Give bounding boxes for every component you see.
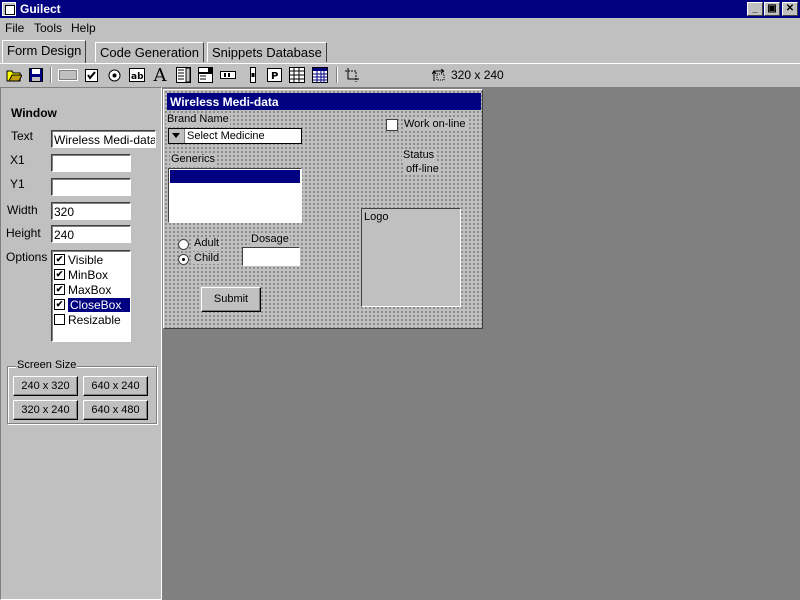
listbox-icon[interactable] [175, 67, 191, 83]
brand-name-value: Select Medicine [187, 130, 265, 142]
options-label: Options [6, 250, 48, 264]
tab-strip: Form Design Code Generation Snippets Dat… [0, 40, 800, 64]
work-online-checkbox[interactable] [386, 119, 398, 131]
svg-text:P: P [271, 71, 278, 82]
generics-selected-row[interactable] [170, 170, 300, 183]
label-icon[interactable]: A [151, 65, 169, 86]
child-radio[interactable] [178, 254, 189, 265]
screen-size-title: Screen Size [16, 359, 78, 371]
work-online-label[interactable]: Work on-line [403, 118, 467, 130]
option-minbox[interactable]: ✔ MinBox [54, 267, 108, 282]
text-label: Text [11, 129, 34, 143]
logo-label: Logo [364, 211, 389, 223]
toolbar-separator [50, 67, 52, 83]
generics-label[interactable]: Generics [170, 153, 217, 165]
option-label: Visible [68, 252, 104, 267]
dosage-input[interactable] [242, 247, 300, 266]
properties-panel: Window Text Wireless Medi-data X1 Y1 Wid… [0, 87, 162, 600]
form-size-readout: 320 x 240 [451, 68, 504, 82]
combobox-icon[interactable] [197, 67, 213, 83]
tab-code-generation[interactable]: Code Generation [95, 42, 205, 62]
calendar-icon[interactable] [312, 67, 328, 83]
tab-form-design[interactable]: Form Design [2, 40, 87, 63]
size-240x320-button[interactable]: 240 x 320 [13, 376, 78, 396]
panel-icon[interactable]: P [266, 67, 282, 83]
option-label: Resizable [68, 312, 121, 327]
checkbox-unchecked-icon[interactable] [54, 314, 65, 325]
size-640x240-button[interactable]: 640 x 240 [83, 376, 148, 396]
options-list[interactable]: ✔ Visible ✔ MinBox ✔ MaxBox ✔ CloseBox R… [51, 250, 131, 342]
save-icon[interactable] [28, 67, 44, 83]
checkbox-checked-icon[interactable]: ✔ [54, 254, 65, 265]
brand-name-combobox[interactable]: Select Medicine [168, 128, 302, 144]
window-title: Guilect [20, 2, 61, 16]
title-bar: Guilect _ ▣ ✕ [0, 0, 800, 18]
grid-icon[interactable] [289, 67, 305, 83]
radio-icon[interactable] [106, 67, 122, 83]
minimize-button[interactable]: _ [747, 2, 763, 16]
checkbox-checked-icon[interactable]: ✔ [54, 269, 65, 280]
y1-field[interactable] [51, 178, 131, 196]
checkbox-icon[interactable] [83, 67, 99, 83]
y1-label: Y1 [10, 177, 25, 191]
app-icon[interactable] [2, 2, 16, 16]
option-label: MaxBox [68, 282, 112, 297]
submit-button[interactable]: Submit [201, 287, 261, 312]
brand-name-label[interactable]: Brand Name [166, 113, 230, 125]
size-320x240-button[interactable]: 320 x 240 [13, 400, 78, 420]
dropdown-arrow-icon[interactable] [169, 129, 185, 143]
svg-text:ab: ab [131, 72, 144, 82]
dosage-label[interactable]: Dosage [250, 233, 290, 245]
height-label: Height [6, 226, 41, 240]
width-field[interactable]: 320 [51, 202, 131, 220]
open-icon[interactable] [6, 67, 22, 83]
logo-box[interactable]: Logo [361, 208, 461, 307]
vscroll-icon[interactable] [245, 67, 261, 83]
x1-label: X1 [10, 153, 25, 167]
hscroll-icon[interactable] [220, 67, 236, 83]
menu-help[interactable]: Help [71, 21, 96, 35]
option-maxbox[interactable]: ✔ MaxBox [54, 282, 111, 297]
checkbox-checked-icon[interactable]: ✔ [54, 284, 65, 295]
toolbar: ab A P 320 x 240 [0, 64, 800, 86]
restore-button[interactable]: ▣ [764, 2, 780, 16]
toolbar-separator [336, 67, 338, 83]
option-label: MinBox [68, 267, 109, 282]
designed-form[interactable]: Wireless Medi-data Brand Name Select Med… [163, 89, 483, 329]
width-label: Width [7, 203, 38, 217]
properties-heading: Window [11, 106, 57, 120]
checkbox-checked-icon[interactable]: ✔ [54, 299, 65, 310]
menu-tools[interactable]: Tools [34, 21, 62, 35]
adult-label[interactable]: Adult [193, 237, 221, 249]
option-visible[interactable]: ✔ Visible [54, 252, 103, 267]
textbox-icon[interactable]: ab [129, 67, 145, 83]
menu-file[interactable]: File [5, 21, 24, 35]
height-field[interactable]: 240 [51, 225, 131, 243]
close-button[interactable]: ✕ [782, 2, 798, 16]
form-title[interactable]: Wireless Medi-data [167, 93, 481, 110]
generics-listbox[interactable] [168, 168, 302, 223]
menu-bar: File Tools Help [0, 19, 800, 37]
size-icon [431, 68, 446, 85]
select-icon[interactable] [344, 67, 360, 83]
child-label[interactable]: Child [193, 252, 221, 264]
status-label[interactable]: Status [402, 149, 436, 161]
screen-size-group: Screen Size 240 x 320 640 x 240 320 x 24… [7, 359, 157, 424]
adult-radio[interactable] [178, 239, 189, 250]
frame-icon[interactable] [58, 67, 78, 83]
x1-field[interactable] [51, 154, 131, 172]
option-resizable[interactable]: Resizable [54, 312, 121, 327]
text-field[interactable]: Wireless Medi-data [51, 130, 156, 148]
size-640x480-button[interactable]: 640 x 480 [83, 400, 148, 420]
status-value[interactable]: off-line [405, 163, 440, 175]
option-closebox[interactable]: ✔ CloseBox [54, 297, 130, 312]
option-label: CloseBox [68, 297, 130, 312]
tab-snippets-database[interactable]: Snippets Database [207, 42, 327, 62]
